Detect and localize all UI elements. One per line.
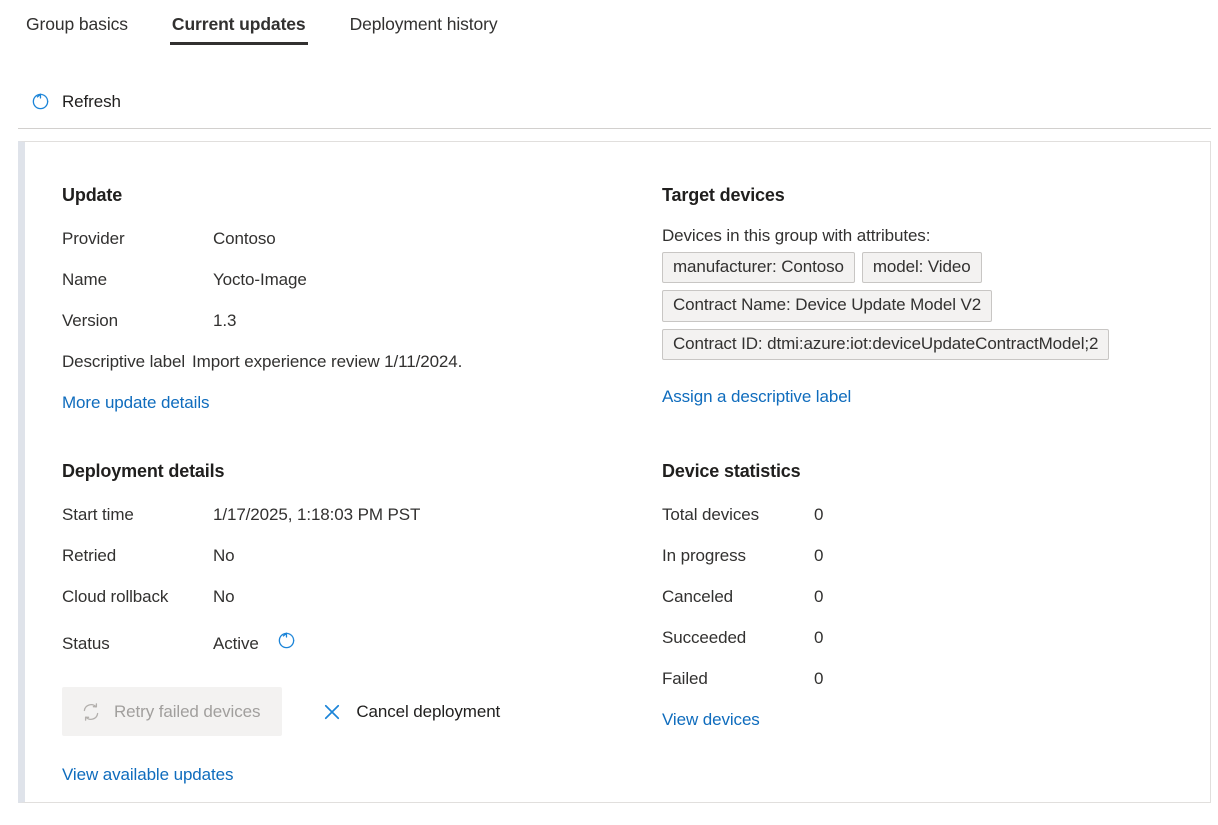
deployment-details-section-title: Deployment details [62,461,224,482]
cancel-deployment-button[interactable]: Cancel deployment [315,687,506,736]
update-row-name: Name Yocto-Image [62,270,307,290]
stat-row-in-progress: In progress 0 [662,546,823,566]
attribute-chip: model: Video [862,252,982,283]
assign-descriptive-label-link[interactable]: Assign a descriptive label [662,387,851,407]
cancel-button-label: Cancel deployment [356,702,500,722]
device-statistics-section-title: Device statistics [662,461,801,482]
chip-row: manufacturer: Contoso model: Video [662,252,1192,283]
status-badge: Active [213,634,259,654]
row-label: Canceled [662,587,814,607]
refresh-label: Refresh [62,93,121,110]
more-update-details-link[interactable]: More update details [62,393,209,413]
deployment-row-status: Status Active [62,628,297,654]
active-spinner-icon [276,630,297,651]
view-devices-link[interactable]: View devices [662,710,760,730]
retry-refresh-icon [80,701,102,723]
row-value: 0 [814,546,823,566]
deployment-row-cloud-rollback: Cloud rollback No [62,587,235,607]
retry-button-label: Retry failed devices [114,702,260,722]
tab-current-updates[interactable]: Current updates [170,0,308,48]
row-value: 1.3 [213,311,236,331]
deployment-row-retried: Retried No [62,546,235,566]
row-label: Retried [62,546,213,566]
target-attribute-chips: manufacturer: Contoso model: Video Contr… [662,252,1192,367]
row-label: Cloud rollback [62,587,213,607]
update-row-descriptive-label: Descriptive label Import experience revi… [62,352,462,372]
close-x-icon [321,701,343,723]
stat-row-succeeded: Succeeded 0 [662,628,823,648]
row-label: Start time [62,505,213,525]
deployment-actions-row: Retry failed devices Cancel deployment [62,687,506,736]
stat-row-failed: Failed 0 [662,669,823,689]
chip-row: Contract Name: Device Update Model V2 [662,290,1192,321]
attribute-chip: Contract Name: Device Update Model V2 [662,290,992,321]
row-value: 1/17/2025, 1:18:03 PM PST [213,505,420,525]
row-label: In progress [662,546,814,566]
row-label: Status [62,634,213,654]
tab-label: Deployment history [350,14,498,35]
tab-strip: Group basics Current updates Deployment … [0,0,1218,56]
current-updates-card: Update Provider Contoso Name Yocto-Image… [18,141,1211,803]
row-value: Import experience review 1/11/2024. [192,352,462,372]
target-devices-subtitle: Devices in this group with attributes: [662,226,930,246]
row-label: Version [62,311,213,331]
row-label: Total devices [662,505,814,525]
row-value: 0 [814,669,823,689]
command-bar: Refresh [0,74,1218,129]
row-label: Name [62,270,213,290]
row-value: Contoso [213,229,276,249]
chip-row: Contract ID: dtmi:azure:iot:deviceUpdate… [662,329,1192,360]
row-label: Failed [662,669,814,689]
row-value: 0 [814,505,823,525]
update-row-version: Version 1.3 [62,311,236,331]
row-label: Provider [62,229,213,249]
update-section-title: Update [62,185,122,206]
attribute-chip: manufacturer: Contoso [662,252,855,283]
attribute-chip: Contract ID: dtmi:azure:iot:deviceUpdate… [662,329,1109,360]
stat-row-canceled: Canceled 0 [662,587,823,607]
target-devices-section-title: Target devices [662,185,785,206]
row-label: Descriptive label [62,352,192,372]
row-value: No [213,587,235,607]
row-value: 0 [814,628,823,648]
toolbar-divider [18,128,1211,129]
row-label: Succeeded [662,628,814,648]
stat-row-total-devices: Total devices 0 [662,505,823,525]
view-available-updates-link[interactable]: View available updates [62,765,233,785]
update-row-provider: Provider Contoso [62,229,276,249]
deployment-row-start-time: Start time 1/17/2025, 1:18:03 PM PST [62,505,420,525]
refresh-circular-arrow-icon [30,91,51,112]
tab-deployment-history[interactable]: Deployment history [348,0,500,48]
refresh-button[interactable]: Refresh [26,84,125,120]
row-value: 0 [814,587,823,607]
tab-label: Current updates [172,14,306,35]
row-value: Yocto-Image [213,270,307,290]
tab-label: Group basics [26,14,128,35]
retry-failed-devices-button[interactable]: Retry failed devices [62,687,282,736]
tab-group-basics[interactable]: Group basics [24,0,130,48]
row-value: No [213,546,235,566]
